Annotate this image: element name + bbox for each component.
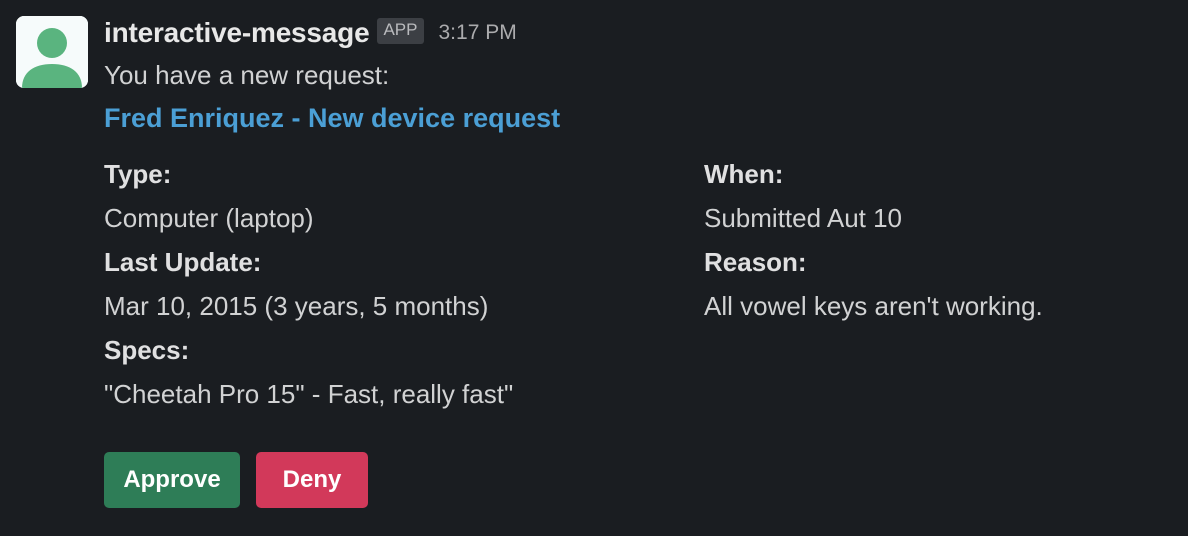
deny-button[interactable]: Deny <box>256 452 368 508</box>
message-header: interactive-message APP 3:17 PM <box>104 12 1188 54</box>
approve-button[interactable]: Approve <box>104 452 240 508</box>
fields-left-column: Type: Computer (laptop) Last Update: Mar… <box>104 152 513 416</box>
fields-right-column: When: Submitted Aut 10 Reason: All vowel… <box>704 152 1043 328</box>
action-buttons: Approve Deny <box>104 452 368 508</box>
sender-name[interactable]: interactive-message <box>104 17 370 49</box>
request-link[interactable]: Fred Enriquez - New device request <box>104 100 560 136</box>
field-label-type: Type: <box>104 159 172 189</box>
message: interactive-message APP 3:17 PM You have… <box>0 0 1188 536</box>
request-fields: Type: Computer (laptop) Last Update: Mar… <box>104 152 1188 414</box>
intro-text: You have a new request: <box>104 60 390 90</box>
app-badge: APP <box>377 18 424 44</box>
field-label-when: When: <box>704 159 784 189</box>
timestamp[interactable]: 3:17 PM <box>439 21 517 45</box>
field-value-when: Submitted Aut 10 <box>704 203 903 233</box>
field-label-reason: Reason: <box>704 247 807 277</box>
field-value-specs: "Cheetah Pro 15" - Fast, really fast" <box>104 379 514 409</box>
user-avatar-icon[interactable] <box>16 16 88 88</box>
field-label-last-update: Last Update: <box>104 247 262 277</box>
field-value-last-update: Mar 10, 2015 (3 years, 5 months) <box>104 291 489 321</box>
message-content: interactive-message APP 3:17 PM You have… <box>104 12 1188 508</box>
field-label-specs: Specs: <box>104 335 190 365</box>
field-value-type: Computer (laptop) <box>104 203 314 233</box>
field-value-reason: All vowel keys aren't working. <box>704 291 1043 321</box>
